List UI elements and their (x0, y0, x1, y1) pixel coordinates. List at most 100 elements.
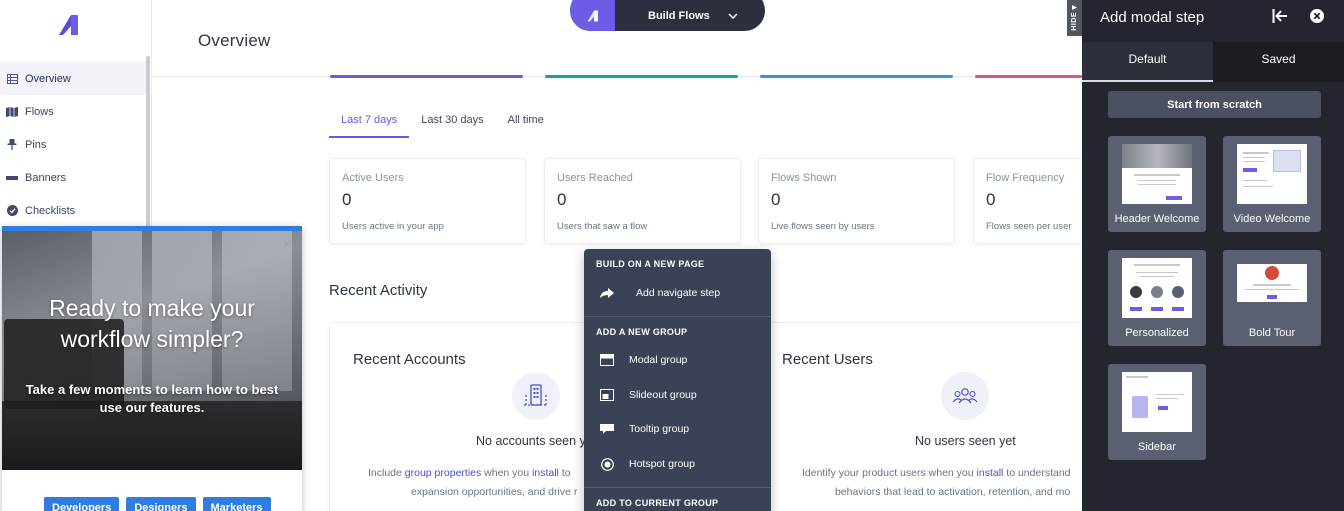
hide-tab[interactable]: HIDE (1067, 0, 1082, 36)
group-properties-link[interactable]: group properties (405, 467, 481, 479)
stat-description: Flows seen per user (986, 221, 1072, 232)
thumbnail-illustration (1132, 396, 1148, 418)
template-label: Video Welcome (1233, 213, 1311, 225)
stat-description: Users active in your app (342, 221, 444, 232)
sidebar-scrollbar[interactable] (146, 56, 150, 236)
sidebar-item-checklists[interactable]: Checklists (0, 194, 146, 227)
map-icon (6, 106, 18, 118)
menu-item-modal-group[interactable]: Modal group (584, 345, 771, 375)
subheading-line: Take a few moments to learn how to best (25, 382, 279, 397)
template-thumbnail (1237, 264, 1307, 302)
tab-last-30-days[interactable]: Last 30 days (409, 104, 495, 138)
stat-title: Flow Frequency (986, 172, 1065, 184)
menu-item-add-navigate-step[interactable]: Add navigate step (584, 278, 771, 308)
stat-card-users-reached: Users Reached 0 Users that saw a flow (544, 158, 741, 244)
stat-card-flow-frequency: Flow Frequency 0 Flows seen per user (973, 158, 1093, 244)
hotspot-icon (599, 457, 615, 471)
tab-all-time[interactable]: All time (496, 104, 556, 138)
collapse-left-icon[interactable] (1272, 9, 1288, 28)
template-label: Header Welcome (1114, 213, 1200, 225)
close-icon[interactable]: ✕ (282, 237, 292, 251)
template-tile-header-welcome[interactable]: Header Welcome (1108, 136, 1206, 232)
template-thumbnail (1122, 258, 1192, 318)
accent-bar (760, 75, 953, 78)
designers-button[interactable]: Designers (126, 497, 196, 511)
tab-last-7-days[interactable]: Last 7 days (329, 104, 410, 138)
tooltip-icon (599, 424, 615, 434)
thumbnail-avatar (1172, 286, 1184, 298)
thumbnail-line (1134, 264, 1180, 266)
menu-divider (584, 487, 771, 488)
template-label: Personalized (1125, 327, 1189, 339)
tab-default[interactable]: Default (1082, 42, 1213, 82)
thumbnail-line (1243, 152, 1269, 154)
build-flows-button[interactable]: Build Flows (570, 0, 765, 31)
stat-value: 0 (771, 190, 781, 209)
page-title: Overview (198, 31, 271, 50)
thumbnail-button (1130, 307, 1142, 311)
promo-headline: Ready to make your workflow simpler? (2, 293, 302, 355)
thumbnail-button (1166, 196, 1182, 200)
sidebar-item-flows[interactable]: Flows (0, 95, 146, 128)
app-logo-icon[interactable] (58, 14, 80, 36)
stat-description: Users that saw a flow (557, 221, 648, 232)
template-tile-video-welcome[interactable]: Video Welcome (1223, 136, 1321, 232)
menu-item-tooltip-group[interactable]: Tooltip group (584, 414, 771, 444)
accent-bar (975, 75, 1082, 78)
menu-item-hotspot-group[interactable]: Hotspot group (584, 449, 771, 479)
empty-state-text: No users seen yet (915, 434, 1016, 448)
template-thumbnail (1122, 144, 1192, 204)
accent-bar (330, 75, 523, 78)
desc-text: to understand (1003, 467, 1071, 479)
thumbnail-line (1138, 184, 1176, 185)
thumbnail-avatar (1265, 266, 1279, 280)
drawer-tabs: Default Saved (1082, 42, 1344, 82)
sidebar-nav: Overview Flows Pins Banners Checklists (0, 62, 146, 227)
template-tile-sidebar[interactable]: Sidebar (1108, 364, 1206, 460)
promo-subheading: Take a few moments to learn how to best … (2, 381, 302, 417)
sidebar-item-overview[interactable]: Overview (0, 62, 146, 95)
recent-users-panel: Recent Users No users seen yet Identify … (758, 322, 1082, 511)
start-from-scratch-button[interactable]: Start from scratch (1108, 91, 1321, 118)
menu-item-slideout-group[interactable]: Slideout group (584, 380, 771, 410)
template-tile-bold-tour[interactable]: Bold Tour (1223, 250, 1321, 346)
developers-button[interactable]: Developers (44, 497, 120, 511)
template-tile-personalized[interactable]: Personalized (1108, 250, 1206, 346)
close-circle-icon[interactable] (1310, 9, 1324, 28)
share-arrow-icon (599, 287, 615, 299)
check-circle-icon (6, 205, 18, 217)
marketers-button[interactable]: Marketers (202, 497, 271, 511)
accent-bar (545, 75, 738, 78)
building-icon (512, 372, 560, 420)
install-link[interactable]: install (977, 467, 1004, 479)
tab-saved[interactable]: Saved (1213, 42, 1344, 82)
empty-state-description: Identify your product users when you ins… (802, 464, 1071, 502)
thumbnail-line (1134, 174, 1180, 176)
build-flows-menu: BUILD ON A NEW PAGE Add navigate step AD… (584, 249, 771, 511)
headline-line: workflow simpler? (60, 326, 244, 352)
build-logo-icon (570, 0, 615, 31)
empty-state-text: No accounts seen y (476, 434, 586, 448)
banner-icon (6, 172, 18, 184)
table-icon (6, 73, 18, 85)
desc-text: expansion opportunities, and drive r (411, 486, 578, 498)
chevron-down-icon (728, 10, 738, 22)
menu-section-heading: ADD A NEW GROUP (596, 327, 688, 337)
install-link[interactable]: install (532, 467, 559, 479)
thumbnail-line (1156, 394, 1184, 395)
menu-item-label: Tooltip group (629, 423, 690, 435)
thumbnail-line (1243, 157, 1265, 158)
thumbnail-line (1243, 161, 1265, 162)
recent-accounts-title: Recent Accounts (353, 351, 466, 368)
thumbnail-photo (1122, 144, 1192, 168)
thumbnail-line (1253, 284, 1291, 286)
menu-section-heading: ADD TO CURRENT GROUP (596, 498, 719, 508)
sidebar-item-banners[interactable]: Banners (0, 161, 146, 194)
sidebar-item-pins[interactable]: Pins (0, 128, 146, 161)
menu-item-label: Hotspot group (629, 458, 695, 470)
sidebar-item-label: Pins (25, 138, 47, 151)
stat-value: 0 (986, 190, 996, 209)
date-range-tabs: Last 7 days Last 30 days All time (329, 104, 556, 138)
desc-text: Identify your product users when you (802, 467, 977, 479)
thumbnail-avatar (1151, 286, 1163, 298)
